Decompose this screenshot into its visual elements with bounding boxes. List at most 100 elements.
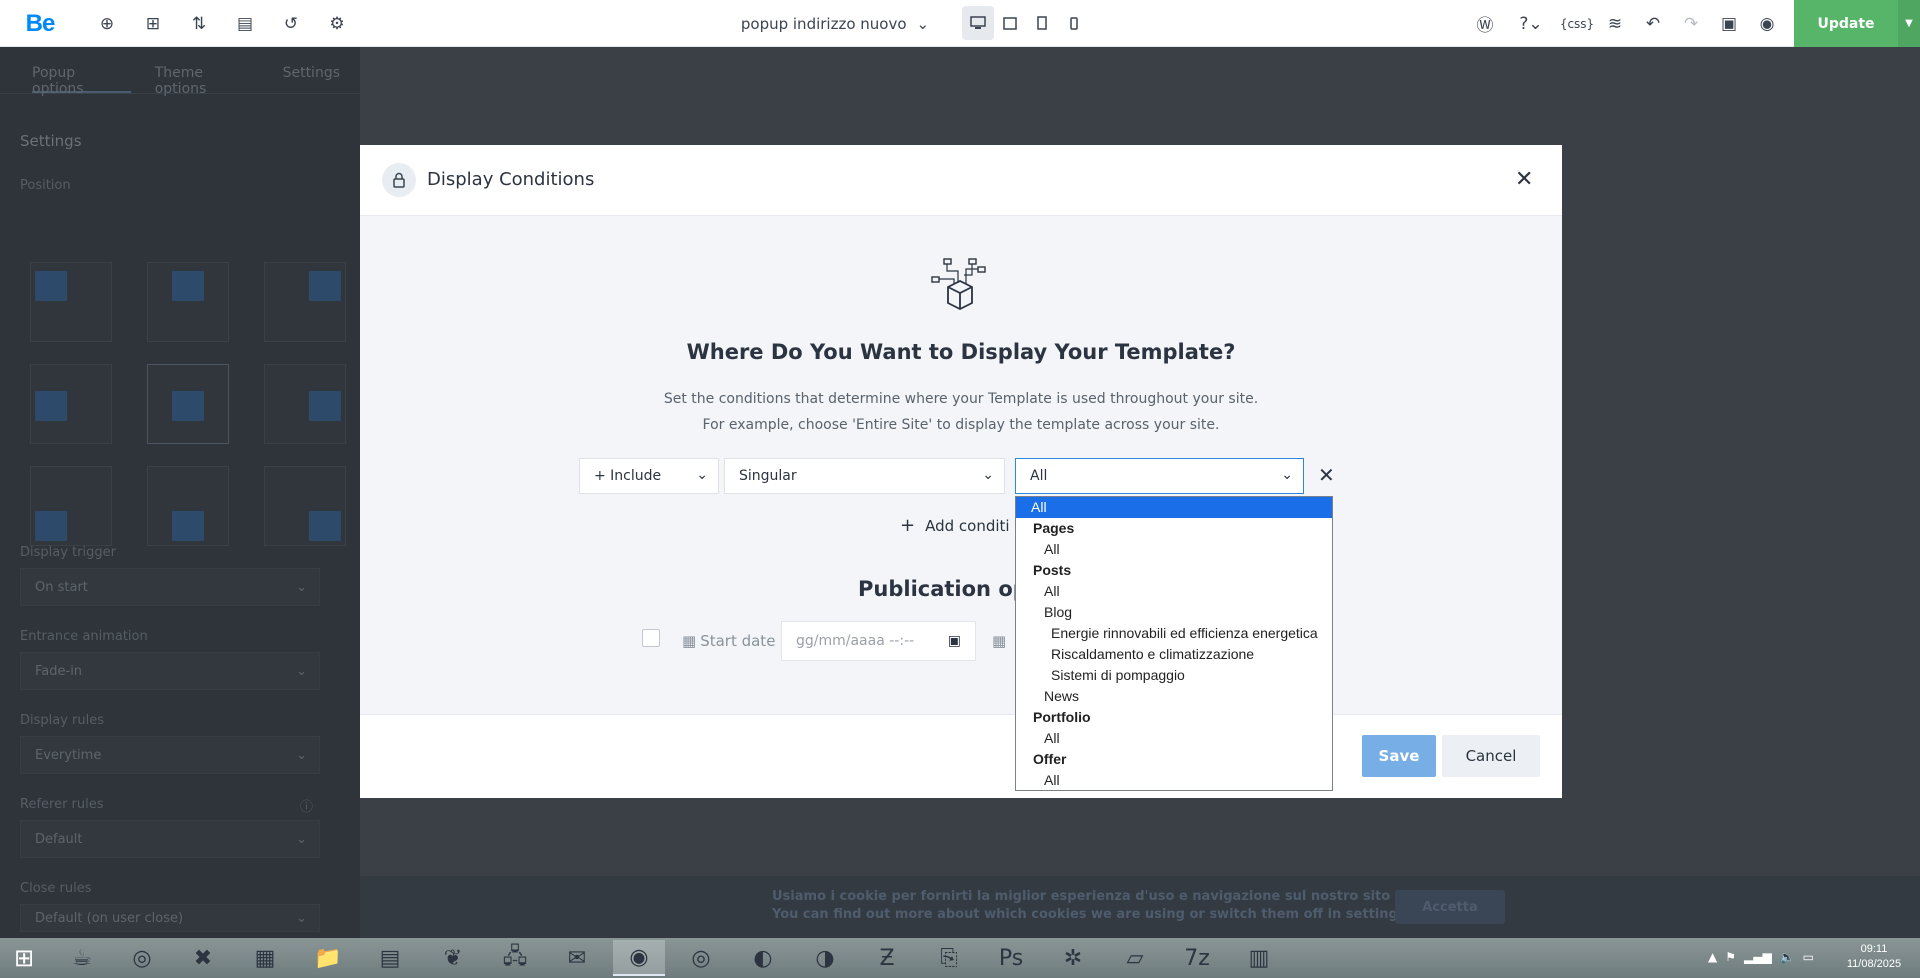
network-icon[interactable]: ▂▄▆ <box>1744 950 1772 964</box>
calendar-icon[interactable]: ▣ <box>948 633 961 649</box>
system-tray: ▲ ⚑ ▂▄▆ 🔈 ▭ <box>1708 950 1814 964</box>
position-top-center[interactable] <box>147 262 229 342</box>
cookie-accept-button[interactable]: Accetta <box>1395 890 1505 924</box>
dropdown-option[interactable]: Riscaldamento e climatizzazione <box>1016 644 1332 665</box>
be-logo[interactable]: Be <box>22 0 58 47</box>
position-bottom-left[interactable] <box>30 466 112 546</box>
file-explorer-app-icon[interactable]: 📁 <box>302 940 354 976</box>
chrome-app-icon[interactable]: ◉ <box>613 940 665 976</box>
chevron-down-icon: ⌄ <box>296 747 307 763</box>
close-icon[interactable]: ✕ <box>1515 167 1533 192</box>
display-rules-select[interactable]: Everytime ⌄ <box>20 736 320 774</box>
remove-condition-icon[interactable]: ✕ <box>1318 463 1335 487</box>
system-clock[interactable]: 09:11 11/08/2025 <box>1832 942 1916 972</box>
preview-window-icon[interactable]: ▣ <box>1714 0 1744 47</box>
chart-app-icon[interactable]: ▥ <box>1233 940 1285 976</box>
history-icon[interactable]: ↺ <box>276 0 306 47</box>
dropdown-option[interactable]: Energie rinnovabili ed efficienza energe… <box>1016 623 1332 644</box>
dropdown-option[interactable]: All <box>1016 728 1332 749</box>
popup-options-sidebar: Popup options Theme options Settings Set… <box>0 47 360 938</box>
pdf-app-icon[interactable]: ⎘ <box>923 940 975 976</box>
laptop-icon[interactable] <box>994 6 1026 40</box>
dropdown-group-label: Posts <box>1033 562 1072 578</box>
start-date-label-row: ▦ Start date <box>682 622 775 660</box>
start-date-input[interactable]: gg/mm/aaaa --:-- ▣ <box>781 621 976 661</box>
condition-target-select[interactable]: All ⌄ <box>1015 458 1304 494</box>
photoshop-app-icon[interactable]: Ps <box>985 940 1037 976</box>
7zip-app-icon[interactable]: 7z <box>1171 940 1223 976</box>
box-network-icon <box>930 257 990 319</box>
referer-rules-select[interactable]: Default ⌄ <box>20 820 320 858</box>
page-title-select[interactable]: popup indirizzo nuovo ⌄ <box>740 0 930 47</box>
eye-icon[interactable]: ◉ <box>1752 0 1782 47</box>
dropdown-option[interactable]: News <box>1016 686 1332 707</box>
position-bottom-center[interactable] <box>147 466 229 546</box>
mail-app-icon[interactable]: ✉ <box>551 940 603 976</box>
layers-icon[interactable]: ≋ <box>1600 0 1630 47</box>
add-condition-button[interactable]: + Add conditi <box>900 515 1010 536</box>
condition-type-select[interactable]: Singular ⌄ <box>724 458 1005 494</box>
tray-expand-icon[interactable]: ▲ <box>1708 950 1717 964</box>
notepad-app-icon[interactable]: ▱ <box>1109 940 1161 976</box>
undo-icon[interactable]: ↶ <box>1638 0 1668 47</box>
sort-icon[interactable]: ⇅ <box>184 0 214 47</box>
info-icon[interactable]: ⓘ <box>300 796 313 815</box>
firefox-app-icon[interactable]: ◐ <box>737 940 789 976</box>
chevron-down-icon: ⌄ <box>982 467 994 483</box>
cancel-button[interactable]: Cancel <box>1442 735 1540 777</box>
tab-popup-options[interactable]: Popup options <box>32 65 131 97</box>
chevron-down-icon: ⌄ <box>696 467 708 483</box>
dropdown-option[interactable]: Blog <box>1016 602 1332 623</box>
gear-icon[interactable]: ⚙ <box>322 0 352 47</box>
position-bottom-right[interactable] <box>264 466 346 546</box>
position-top-left[interactable] <box>30 262 112 342</box>
xmind-app-icon[interactable]: ✖ <box>177 940 229 976</box>
dropdown-option[interactable]: All <box>1016 539 1332 560</box>
cookie-line-1: Usiamo i cookie per fornirti la miglior … <box>772 889 1430 904</box>
tablet-icon[interactable] <box>1026 6 1058 40</box>
dropdown-option[interactable]: Sistemi di pompaggio <box>1016 665 1332 686</box>
wordpress-icon[interactable]: Ⓦ <box>1470 0 1500 47</box>
speaker-app-icon[interactable]: ◎ <box>116 940 168 976</box>
include-select[interactable]: + Include ⌄ <box>579 458 719 494</box>
dropdown-option[interactable]: All <box>1016 497 1332 518</box>
edge-app-icon[interactable]: ◑ <box>799 940 851 976</box>
power-icon[interactable]: ▭ <box>1803 950 1814 964</box>
publication-checkbox[interactable] <box>642 629 660 647</box>
template-icon[interactable]: ▤ <box>230 0 260 47</box>
position-middle-left[interactable] <box>30 364 112 444</box>
chrome-alt-app-icon[interactable]: ◎ <box>675 940 727 976</box>
add-icon[interactable]: ⊕ <box>92 0 122 47</box>
filezilla-app-icon[interactable]: Ƶ <box>861 940 913 976</box>
dropdown-option[interactable]: All <box>1016 770 1332 790</box>
lock-icon <box>382 163 416 197</box>
display-trigger-select[interactable]: On start ⌄ <box>20 568 320 606</box>
position-top-right[interactable] <box>264 262 346 342</box>
tab-theme-options[interactable]: Theme options <box>155 65 259 97</box>
structure-icon[interactable]: ⊞ <box>138 0 168 47</box>
close-rules-select[interactable]: Default (on user close) ⌄ <box>20 904 320 932</box>
mobile-icon[interactable] <box>1058 6 1090 40</box>
network-app-icon[interactable]: 🖧 <box>489 940 541 976</box>
desktop-icon[interactable] <box>962 6 994 40</box>
control-panel-app-icon[interactable]: ▦ <box>239 940 291 976</box>
code-icon[interactable]: {css} <box>1560 0 1594 47</box>
tab-settings[interactable]: Settings <box>283 65 340 93</box>
position-middle-right[interactable] <box>264 364 346 444</box>
redo-icon[interactable]: ↷ <box>1676 0 1706 47</box>
update-options-icon[interactable]: ▼ <box>1898 0 1920 47</box>
butterfly-app-icon[interactable]: ❦ <box>427 940 479 976</box>
modal-desc-line-1: Set the conditions that determine where … <box>663 391 1259 407</box>
windows-start-icon[interactable]: ⊞ <box>0 938 48 978</box>
dropdown-option[interactable]: All <box>1016 581 1332 602</box>
position-middle-center[interactable] <box>147 364 229 444</box>
help-icon[interactable]: ?⌄ <box>1516 0 1546 47</box>
flag-icon[interactable]: ⚑ <box>1725 950 1736 964</box>
update-button[interactable]: Update <box>1794 0 1898 47</box>
java-app-icon[interactable]: ☕ <box>56 940 108 976</box>
gimp-app-icon[interactable]: ✲ <box>1047 940 1099 976</box>
calculator-app-icon[interactable]: ▤ <box>364 940 416 976</box>
entrance-animation-select[interactable]: Fade-in ⌄ <box>20 652 320 690</box>
volume-icon[interactable]: 🔈 <box>1780 950 1795 964</box>
save-button[interactable]: Save <box>1362 735 1436 777</box>
